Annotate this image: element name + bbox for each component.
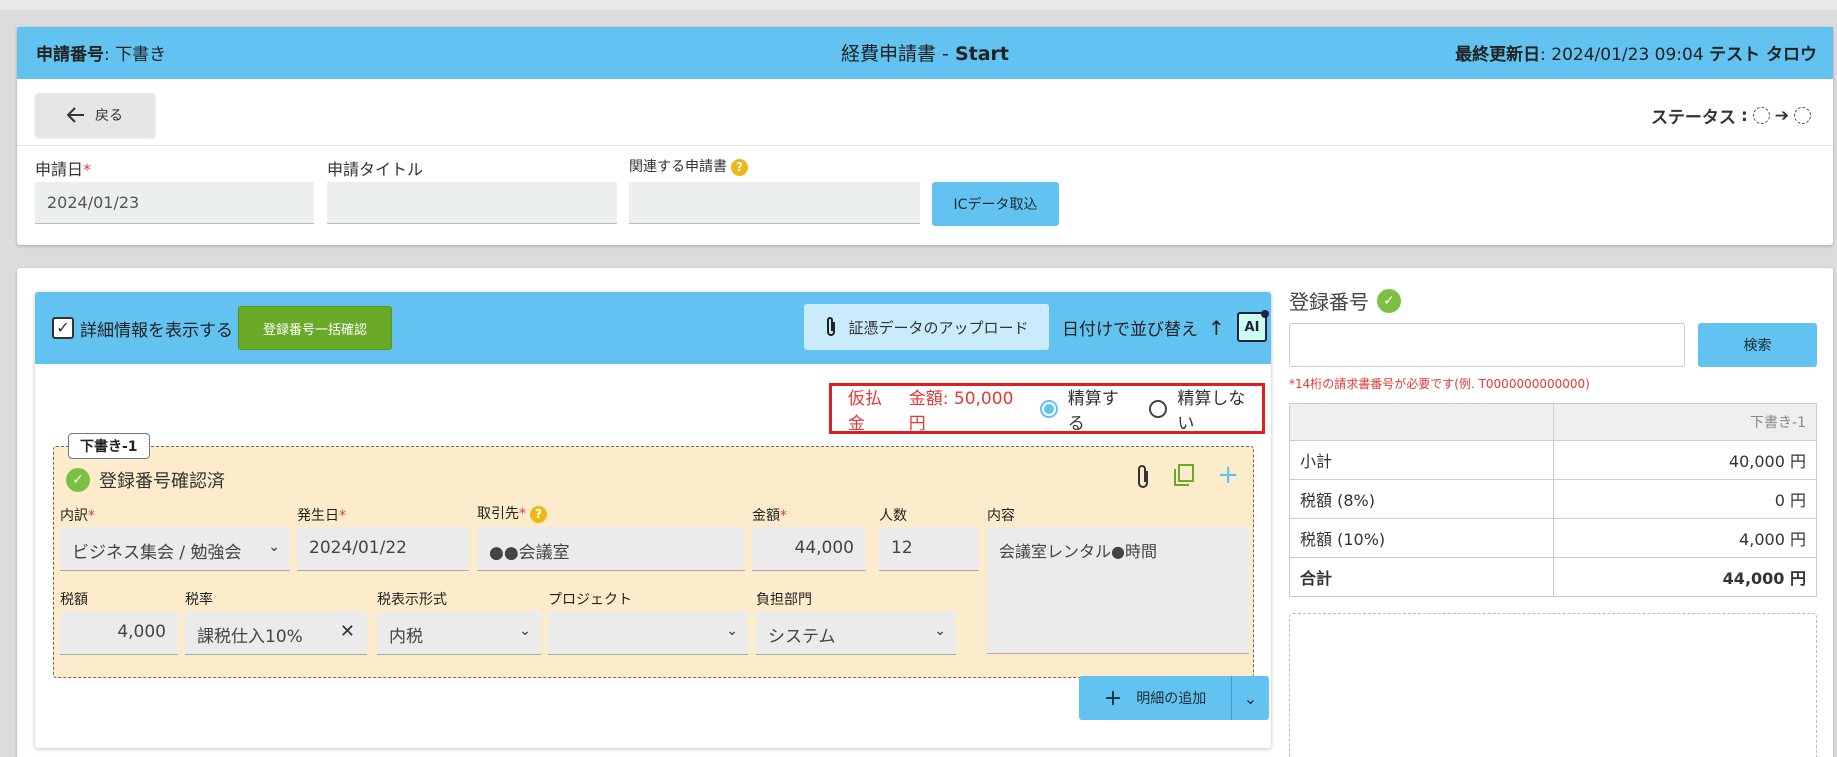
content-label: 内容 [987,508,1015,524]
content-textarea[interactable]: 会議室レンタル●時間 [987,527,1249,654]
show-details-label: 詳細情報を表示する [80,321,233,341]
arrow-left-icon [67,107,84,123]
title-label: 申請タイトル [327,160,424,179]
chevron-down-icon: ⌄ [934,623,946,639]
sort-by-date-button[interactable]: 日付けで並び替え ↑ [1062,315,1225,341]
main-card: ✓ 詳細情報を表示する 登録番号一括確認 証憑データのアップロード 日付けで並び… [17,268,1833,757]
table-header: 下書き-1 [1553,403,1817,441]
tax-display-select[interactable]: 内税 ⌄ [377,611,541,655]
no-settle-radio[interactable] [1149,399,1168,418]
summary-table: 下書き-1 小計 40,000 円 税額 (8%) 0 円 税額 (10%) 4… [1289,403,1817,597]
panel-toolbar: ✓ 詳細情報を表示する 登録番号一括確認 証憑データのアップロード 日付けで並び… [35,292,1271,364]
dept-label: 負担部門 [756,592,812,608]
registration-hint: *14桁の請求書番号が必要です(例. T0000000000000) [1289,377,1590,391]
project-select[interactable]: ⌄ [548,611,748,655]
copy-icon[interactable] [1173,463,1195,487]
table-row: 税額 (8%) 0 円 [1289,479,1817,519]
show-details-checkbox[interactable]: ✓ [52,317,74,339]
category-select[interactable]: ビジネス集会 / 勉強会 ⌄ [60,527,290,571]
advance-payment-box: 仮払金 金額: 50,000円 精算する 精算しない [829,383,1265,434]
amount-input[interactable]: 44,000 [752,527,866,571]
advance-label: 仮払金 [848,388,882,434]
back-button[interactable]: 戻る [35,93,155,137]
last-updated: 最終更新日: 2024/01/23 09:04 テスト タロウ [1455,45,1817,65]
registration-number-input[interactable] [1289,323,1685,367]
category-label: 内訳* [60,508,95,524]
add-detail-dropdown[interactable]: ⌄ [1232,689,1269,708]
registration-confirmed: ✓ 登録番号確認済 [66,467,225,493]
settle-label: 精算する [1067,388,1119,434]
occurrence-date-input[interactable]: 2024/01/22 [297,527,469,571]
display-label: 税表示形式 [377,592,447,608]
chevron-down-icon: ⌄ [726,623,738,639]
ic-import-button[interactable]: ICデータ取込 [932,182,1059,226]
add-detail-main[interactable]: + 明細の追加 [1079,676,1232,720]
vendor-label: 取引先*? [477,503,547,523]
clear-icon[interactable]: ✕ [340,621,355,642]
title-input[interactable] [327,182,617,224]
check-circle-icon: ✓ [66,468,90,492]
status-next-icon [1794,107,1811,124]
plus-icon[interactable]: + [1217,462,1239,491]
people-label: 人数 [879,508,907,524]
top-strip [0,0,1837,10]
advance-amount: 金額: 50,000円 [908,388,1014,434]
date-label: 発生日* [297,508,346,524]
table-row: 小計 40,000 円 [1289,440,1817,480]
attach-icon[interactable] [1135,463,1151,491]
entry-tag: 下書き-1 [68,433,150,459]
user-name: テスト タロウ [1709,45,1817,65]
paperclip-icon [827,317,836,336]
department-select[interactable]: システム ⌄ [756,611,956,655]
check-circle-icon: ✓ [1377,288,1401,313]
registration-number-title: 登録番号 ✓ [1289,286,1401,315]
tax-rate-select[interactable]: 課税仕入10% ✕ [185,611,367,655]
entry-actions: + [1135,462,1239,491]
add-detail-button[interactable]: + 明細の追加 ⌄ [1079,676,1269,720]
tax-input[interactable]: 4,000 [60,611,178,655]
file-drop-zone[interactable] [1289,613,1817,757]
table-row-total: 合計 44,000 円 [1289,557,1817,597]
rate-label: 税率 [185,592,213,608]
header-bar: 申請番号: 下書き 経費申請書 - Start 最終更新日: 2024/01/2… [17,27,1833,79]
table-row: 税額 (10%) 4,000 円 [1289,518,1817,558]
no-settle-label: 精算しない [1177,388,1246,434]
ai-icon[interactable]: AI [1237,310,1269,342]
expense-panel: ✓ 詳細情報を表示する 登録番号一括確認 証憑データのアップロード 日付けで並び… [35,292,1271,748]
related-label: 関連する申請書? [629,156,748,176]
vendor-input[interactable]: ●●会議室 [477,527,745,571]
search-button[interactable]: 検索 [1698,323,1817,367]
arrow-right-icon: ➔ [1774,105,1789,126]
chevron-down-icon: ⌄ [268,539,280,555]
chevron-down-icon: ⌄ [1243,688,1258,708]
people-input[interactable]: 12 [879,527,979,571]
upload-button[interactable]: 証憑データのアップロード [804,304,1049,350]
settle-radio[interactable] [1039,399,1058,418]
help-icon[interactable]: ? [530,505,547,523]
table-header-row: 下書き-1 [1289,403,1817,441]
expense-entry: 下書き-1 ✓ 登録番号確認済 + 内訳* ビジネス集会 / 勉強会 ⌄ 発生日*… [53,433,1254,678]
batch-confirm-button[interactable]: 登録番号一括確認 [238,306,392,350]
tax-label: 税額 [60,592,88,608]
date-input[interactable]: 2024/01/23 [35,182,314,224]
divider [17,145,1833,146]
arrow-up-icon: ↑ [1208,315,1225,340]
amount-label: 金額* [752,508,787,524]
related-input[interactable] [629,182,920,224]
status-pending-icon [1752,107,1770,124]
plus-icon: + [1103,685,1123,711]
header-card: 申請番号: 下書き 経費申請書 - Start 最終更新日: 2024/01/2… [17,27,1833,245]
status-indicator: ステータス: ➔ [1651,103,1811,128]
date-label: 申請日* [35,160,92,179]
chevron-down-icon: ⌄ [519,623,531,639]
help-icon[interactable]: ? [731,158,748,176]
project-label: プロジェクト [548,592,632,608]
